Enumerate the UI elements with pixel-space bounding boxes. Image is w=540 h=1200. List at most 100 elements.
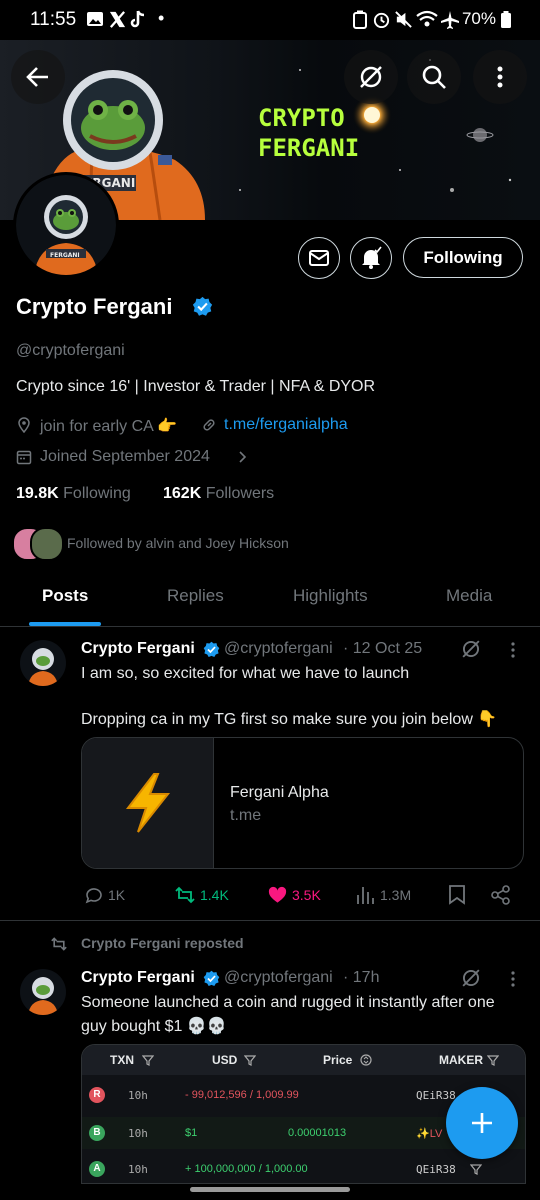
filter-icon xyxy=(244,1055,256,1066)
arrow-left-icon xyxy=(26,67,48,87)
tab-media[interactable]: Media xyxy=(446,586,492,606)
txn-usd: $1 xyxy=(185,1127,198,1139)
grok-icon[interactable] xyxy=(460,638,482,660)
repost-icon xyxy=(51,937,67,951)
post-author-avatar[interactable] xyxy=(20,640,66,686)
heart-icon[interactable] xyxy=(267,885,288,905)
post-author-name[interactable]: Crypto Fergani xyxy=(81,640,195,658)
post-divider xyxy=(0,920,540,921)
profile-avatar[interactable]: FERGANI xyxy=(13,172,119,278)
share-icon[interactable] xyxy=(490,884,512,906)
post-text-line-2: Dropping ca in my TG first so make sure … xyxy=(81,711,498,728)
battery-icon xyxy=(500,10,512,29)
avatar-label: FERGANI xyxy=(50,252,80,259)
following-label: Following xyxy=(63,485,131,502)
followers-count: 162K xyxy=(163,485,202,502)
post-author-avatar[interactable] xyxy=(20,969,66,1015)
txn-maker: QEiR38 xyxy=(416,1163,456,1176)
txn-age: 10h xyxy=(128,1163,148,1176)
tab-highlights[interactable]: Highlights xyxy=(293,586,368,606)
txn-header-price: Price xyxy=(323,1053,353,1067)
post-timestamp: · 12 Oct 25 xyxy=(343,640,423,657)
tab-posts[interactable]: Posts xyxy=(42,586,88,606)
post-author-handle: @cryptofergani xyxy=(224,969,333,986)
bookmark-icon[interactable] xyxy=(448,884,466,905)
calendar-icon xyxy=(16,450,32,465)
more-vertical-icon xyxy=(497,66,503,88)
gesture-navigation-bar[interactable] xyxy=(190,1187,350,1192)
post-text-line-1: I am so, so excited for what we have to … xyxy=(81,665,410,682)
notifications-button[interactable] xyxy=(350,237,392,279)
plus-icon xyxy=(472,1113,492,1133)
post-text-line-1: Someone launched a coin and rugged it in… xyxy=(81,994,495,1011)
profile-bio: Crypto since 16' | Investor & Trader | N… xyxy=(16,378,376,395)
post-timestamp: · 17h xyxy=(343,969,380,986)
status-dot: • xyxy=(158,8,165,28)
post-author-name[interactable]: Crypto Fergani xyxy=(81,969,195,987)
views-icon[interactable] xyxy=(355,884,375,905)
profile-location: join for early CA 👉 xyxy=(40,418,178,435)
card-title: Fergani Alpha xyxy=(230,784,329,801)
link-icon xyxy=(203,419,215,431)
grok-icon xyxy=(360,66,382,88)
tab-replies[interactable]: Replies xyxy=(167,586,224,606)
sort-icon xyxy=(360,1054,372,1066)
banner-title-line2: FERGANI xyxy=(258,134,359,162)
view-count: 1.3M xyxy=(380,887,412,903)
followers-count-link[interactable]: 162K Followers xyxy=(163,485,274,503)
tiktok-icon xyxy=(130,10,146,29)
tabs-divider xyxy=(0,626,540,627)
more-vertical-icon[interactable] xyxy=(504,970,522,988)
bell-check-icon xyxy=(362,246,382,269)
back-button[interactable] xyxy=(11,50,65,104)
followers-label: Followers xyxy=(205,485,275,502)
wifi-icon xyxy=(416,10,438,28)
repost-icon[interactable] xyxy=(174,885,196,905)
filter-icon xyxy=(142,1055,154,1066)
txn-age: 10h xyxy=(128,1127,148,1140)
x-logo-icon xyxy=(108,10,127,29)
chevron-right-icon[interactable] xyxy=(237,450,249,464)
txn-badge: R xyxy=(89,1087,105,1103)
search-icon xyxy=(422,65,446,89)
grok-icon[interactable] xyxy=(460,967,482,989)
reply-icon[interactable] xyxy=(84,885,104,905)
txn-header-maker: MAKER xyxy=(439,1053,483,1067)
following-button[interactable]: Following xyxy=(403,237,523,278)
alarm-icon xyxy=(372,10,391,29)
txn-age: 10h xyxy=(128,1089,148,1102)
filter-icon xyxy=(470,1164,482,1175)
txn-header-txn: TXN xyxy=(110,1053,134,1067)
following-count: 19.8K xyxy=(16,485,59,502)
reposted-label[interactable]: Crypto Fergani reposted xyxy=(81,935,244,951)
mail-icon xyxy=(309,250,329,266)
reply-count: 1K xyxy=(108,887,126,903)
txn-maker: QEiR38 xyxy=(416,1089,456,1102)
txn-header-usd: USD xyxy=(212,1053,238,1067)
link-preview-card[interactable]: Fergani Alpha t.me xyxy=(81,737,524,869)
card-thumbnail xyxy=(82,738,214,868)
verified-badge-icon xyxy=(203,641,220,657)
grok-button[interactable] xyxy=(344,50,398,104)
follower-avatar-2 xyxy=(30,527,64,561)
airplane-icon xyxy=(440,10,460,30)
lightning-icon xyxy=(125,773,171,833)
followed-by-text[interactable]: Followed by alvin and Joey Hickson xyxy=(67,535,289,551)
repost-count: 1.4K xyxy=(200,887,229,903)
compose-post-button[interactable] xyxy=(446,1087,518,1159)
more-vertical-icon[interactable] xyxy=(504,641,522,659)
status-time: 11:55 xyxy=(30,9,77,30)
banner-title-line1: CRYPTO xyxy=(258,104,345,132)
profile-link[interactable]: t.me/ferganialpha xyxy=(224,416,348,434)
following-count-link[interactable]: 19.8K Following xyxy=(16,485,131,503)
txn-usd: - 99,012,596 / 1,009.99 xyxy=(185,1089,299,1101)
verified-badge-icon xyxy=(203,970,220,986)
search-button[interactable] xyxy=(407,50,461,104)
txn-maker: ✨LV xyxy=(416,1128,443,1140)
txn-badge: B xyxy=(89,1125,105,1141)
post-text-line-2: guy bought $1 💀💀 xyxy=(81,1018,227,1035)
profile-handle: @cryptofergani xyxy=(16,342,125,359)
battery-saver-icon xyxy=(352,10,368,29)
message-button[interactable] xyxy=(298,237,340,279)
more-options-button[interactable] xyxy=(473,50,527,104)
